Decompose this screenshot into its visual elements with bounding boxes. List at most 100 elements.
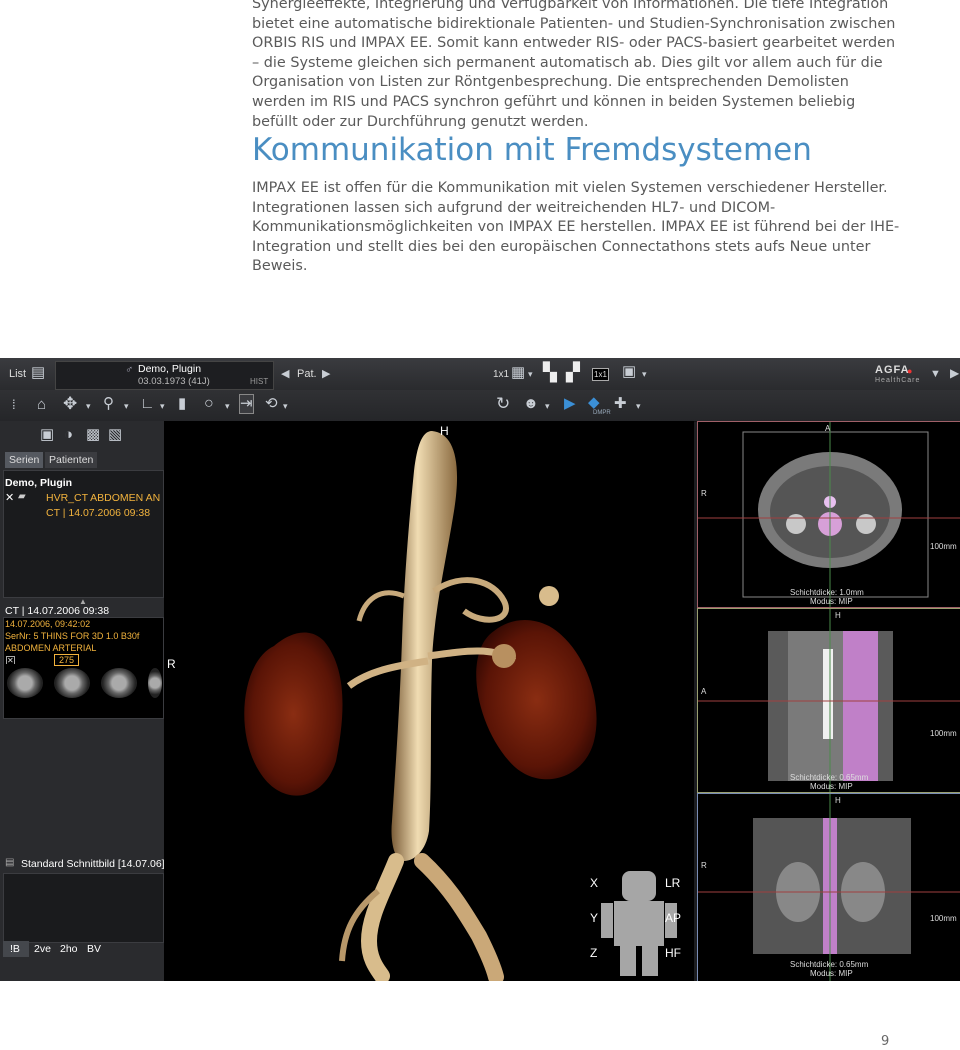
mpr-coronal-pane[interactable]: H R 100mm Schichtdicke: 0.65mm Modus: MI…	[697, 793, 960, 981]
play-icon[interactable]: ▶	[564, 395, 576, 413]
layout-button-4[interactable]: BV	[87, 943, 101, 955]
plugin-icon[interactable]: ✚	[614, 395, 627, 413]
series-list: Demo, Plugin ✕ ▰ HVR_CT ABDOMEN AN CT | …	[3, 470, 164, 598]
grid-layout-icon[interactable]: ▦	[511, 364, 525, 382]
mpr-top-marker: H	[835, 796, 841, 805]
mpr-scale: 100mm	[930, 542, 957, 551]
chevron-down-icon[interactable]: ▾	[124, 397, 129, 415]
crosshair-tool-icon[interactable]: ⇥	[239, 394, 254, 414]
volume-rendering-view[interactable]: H R X Y Z LR AP HF	[164, 421, 694, 981]
agfa-logo: AGFA	[875, 364, 910, 376]
axis-y: Y	[590, 911, 599, 925]
mpr-scale: 100mm	[930, 729, 957, 738]
communication-paragraph: IMPAX EE ist offen für die Kommunikation…	[252, 180, 900, 275]
section-heading: Kommunikation mit Fremdsystemen	[252, 132, 812, 168]
info-icon[interactable]: ⁞	[12, 396, 16, 414]
series-title[interactable]: HVR_CT ABDOMEN AN	[46, 492, 160, 504]
ellipse-roi-icon[interactable]: ○	[204, 395, 214, 413]
left-iliac	[414, 853, 504, 981]
chevron-down-icon[interactable]: ▼	[930, 365, 941, 383]
standard-row[interactable]: ▤ Standard Schnittbild [14.07.06]	[3, 855, 165, 873]
layout-split-icon[interactable]: ▞	[566, 363, 580, 381]
vessel	[356, 590, 405, 622]
camera-icon[interactable]: ⌂	[37, 396, 46, 414]
layout-2x2-icon[interactable]: ▚	[543, 363, 557, 381]
rotate-camera-icon[interactable]: ⟲	[265, 395, 278, 413]
head-icon[interactable]: ☻	[523, 395, 539, 413]
axis-y-label: AP	[665, 911, 682, 925]
agfa-logo-sub: HealthCare	[875, 377, 921, 384]
mpr-thickness: Schichtdicke: 0.65mm	[790, 773, 869, 782]
axis-z-label: HF	[665, 946, 681, 960]
next-patient-icon[interactable]: ▶	[322, 365, 330, 383]
right-kidney	[244, 632, 343, 796]
chevron-down-icon[interactable]: ▾	[642, 365, 647, 383]
mpr-mode: Modus: MIP	[810, 969, 853, 978]
angle-icon[interactable]: ∟	[140, 395, 155, 413]
mpr-sagittal-pane[interactable]: H A 100mm Schichtdicke: 0.65mm Modus: MI…	[697, 608, 960, 793]
chevron-down-icon[interactable]: ▾	[225, 397, 230, 415]
intro-paragraph: Synergieeffekte, Integrierung und Verfüg…	[252, 0, 896, 130]
list-button[interactable]: List	[9, 368, 26, 380]
left-kidney	[476, 619, 597, 780]
monitor-icon[interactable]: ▣	[622, 363, 636, 381]
celiac-branch	[432, 577, 509, 623]
chevron-down-icon[interactable]: ▾	[636, 397, 641, 415]
chevron-down-icon[interactable]: ▾	[160, 397, 165, 415]
top-orientation-marker: H	[440, 424, 449, 438]
chevron-right-icon[interactable]: ▶	[950, 364, 959, 382]
save-icon[interactable]: ▣	[40, 426, 54, 444]
sagittal-ct-image	[698, 609, 960, 792]
coronal-ct-image	[698, 794, 960, 981]
prev-patient-icon[interactable]: ◀	[281, 365, 289, 383]
zoom-icon[interactable]: ⚲	[103, 395, 114, 413]
vessel-cluster	[492, 644, 516, 668]
thumbnail[interactable]	[101, 668, 137, 698]
image-icon[interactable]: ▩	[86, 426, 100, 444]
thumbnail[interactable]	[54, 668, 90, 698]
axis-x-label: LR	[665, 876, 681, 890]
mpr-top-marker: H	[835, 611, 841, 620]
mpr-left-marker: R	[701, 861, 707, 870]
ruler-icon[interactable]: ▮	[178, 395, 186, 413]
left-panel: ▣ ◑ ▩ ▧ Serien Patienten Demo, Plugin ✕ …	[0, 421, 165, 981]
chevron-down-icon[interactable]: ▾	[528, 365, 533, 383]
thumbnail[interactable]	[148, 668, 162, 698]
patient-box[interactable]: ♂ Demo, Plugin 03.03.1973 (41J) HIST	[55, 361, 274, 390]
chevron-down-icon[interactable]: ▾	[283, 397, 288, 415]
export-icon[interactable]: ▧	[108, 426, 122, 444]
axial-ct-image	[698, 422, 960, 607]
mpr-thickness: Schichtdicke: 1.0mm	[790, 588, 864, 597]
pat-label: Pat.	[297, 368, 317, 380]
chevron-down-icon[interactable]: ▾	[545, 397, 550, 415]
thumbnail[interactable]	[7, 668, 43, 698]
tab-serien[interactable]: Serien	[5, 452, 44, 468]
layout-button-1[interactable]: !B	[10, 943, 20, 955]
patient-dob: 03.03.1973 (41J)	[138, 376, 210, 387]
series-date[interactable]: CT | 14.07.2006 09:38	[46, 507, 150, 519]
study-header: CT | 14.07.2006 09:38	[5, 605, 110, 617]
reset-icon[interactable]: ↻	[496, 395, 510, 413]
pan-icon[interactable]: ✥	[63, 395, 77, 413]
tab-patienten[interactable]: Patienten	[45, 452, 98, 468]
layout-button-2[interactable]: 2ve	[34, 943, 51, 955]
stack-layout-button[interactable]: 1x1	[592, 368, 609, 381]
study-line3: ABDOMEN ARTERIAL	[5, 643, 97, 653]
thumb-count: 275	[54, 654, 80, 666]
study-line1: 14.07.2006, 09:42:02	[5, 619, 91, 629]
standard-label: Standard Schnittbild [14.07.06]	[21, 858, 165, 870]
close-icon[interactable]: ✕	[5, 491, 14, 504]
document-icon[interactable]: ▤	[31, 364, 45, 382]
mpr-thickness: Schichtdicke: 0.65mm	[790, 960, 869, 969]
mpr-axial-pane[interactable]: A R 100mm Schichtdicke: 1.0mm Modus: MIP	[697, 421, 960, 608]
mpr-top-marker: A	[825, 424, 831, 433]
mpr-label: DMPR	[593, 410, 611, 416]
hist-label[interactable]: HIST	[250, 377, 268, 386]
standard-content	[3, 873, 164, 943]
layout-button-3[interactable]: 2ho	[60, 943, 78, 955]
vessel-loop	[539, 586, 559, 606]
chevron-down-icon[interactable]: ▾	[86, 397, 91, 415]
mpr-scale: 100mm	[930, 914, 957, 923]
thumbnail-strip[interactable]	[4, 664, 162, 704]
compare-icon[interactable]: ◑	[64, 426, 73, 444]
